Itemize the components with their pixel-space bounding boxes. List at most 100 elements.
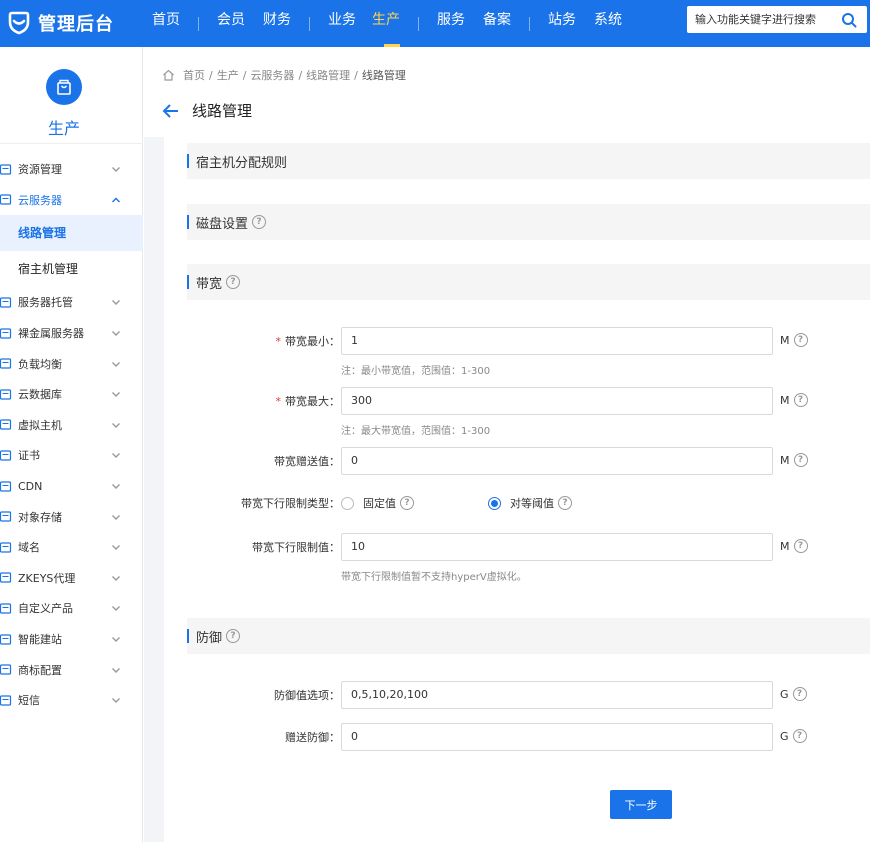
defense-options-input[interactable]: 0,5,10,20,100 [341,681,773,709]
breadcrumb-separator: / [209,68,213,82]
nav-separator [309,16,310,31]
sidebar-item-proxy[interactable]: ZKEYS代理 [0,563,143,594]
sidebar-item-database[interactable]: 云数据库 [0,379,143,410]
sidebar-subitem-host-management[interactable]: 宿主机管理 [0,251,143,287]
defense-gift-input[interactable]: 0 [341,723,773,751]
chevron-down-icon[interactable] [110,419,122,431]
sidebar-item-trademark[interactable]: 商标配置 [0,654,143,685]
help-icon[interactable]: ? [793,539,808,553]
sidebar-item-load-balance[interactable]: 负载均衡 [0,348,143,379]
sidebar-item-server-hosting[interactable]: 服务器托管 [0,287,143,318]
help-icon[interactable]: ? [793,393,808,407]
chevron-down-icon[interactable] [110,480,122,492]
section-title: 带宽 [196,276,223,292]
chevron-down-icon[interactable] [110,664,122,676]
search-button[interactable] [835,7,863,32]
nav-item-site[interactable]: 站务 [534,0,590,47]
sidebar-item-cloud-server[interactable]: 云服务器 [0,185,143,216]
cloud-server-icon [0,193,12,207]
sidebar-item-object-storage[interactable]: 对象存储 [0,501,143,532]
chevron-down-icon[interactable] [110,694,122,706]
breadcrumb-separator: / [298,68,303,82]
help-icon[interactable]: ? [793,453,808,467]
nav-item-filing[interactable]: 备案 [479,0,525,47]
unit-text: M [780,393,790,407]
sidebar-item-domain[interactable]: 域名 [0,532,143,563]
bw-max-input[interactable]: 300 [341,387,773,415]
bw-limit-value-input[interactable]: 10 [341,533,773,561]
nav-item-production[interactable]: 生产 [370,0,414,47]
sidebar-item-resource[interactable]: 资源管理 [0,154,143,185]
bw-limit-value-label: 带宽下行限制值： [252,541,340,554]
unit-label: M? [780,539,808,553]
radio-button[interactable] [341,496,354,510]
sidebar-item-label: 智能建站 [18,633,62,647]
nav-item-business[interactable]: 业务 [314,0,370,47]
breadcrumb-production[interactable]: 生产 [217,67,239,83]
sidebar-item-sms[interactable]: 短信 [0,685,143,716]
required-mark: * [275,335,282,348]
brand-name: 管理后台 [38,14,114,35]
chevron-down-icon[interactable] [110,327,122,339]
section-disk[interactable]: 磁盘设置 ? [187,204,870,240]
home-icon[interactable] [162,69,175,81]
sidebar-subitem-line-management[interactable]: 线路管理 [0,215,143,252]
chevron-down-icon[interactable] [110,511,122,523]
help-icon[interactable]: ? [400,496,414,510]
help-icon[interactable]: ? [226,629,241,643]
breadcrumb-line-management[interactable]: 线路管理 [306,67,350,83]
back-arrow-icon[interactable] [162,102,180,120]
chevron-down-icon[interactable] [110,388,122,400]
search-input[interactable] [687,7,835,32]
breadcrumb-home[interactable]: 首页 [183,67,205,83]
chevron-down-icon[interactable] [110,572,122,584]
chevron-up-icon[interactable] [110,194,122,206]
breadcrumb-cloud-server[interactable]: 云服务器 [250,67,294,83]
bw-min-input[interactable]: 1 [341,327,773,355]
sidebar-item-certificate[interactable]: 证书 [0,440,143,471]
chevron-down-icon[interactable] [110,358,122,370]
nav-item-service[interactable]: 服务 [423,0,479,47]
chevron-down-icon[interactable] [110,296,122,308]
radio-button-checked[interactable] [488,496,501,510]
chevron-down-icon[interactable] [110,602,122,614]
field-label: * 带宽最大： [276,393,341,409]
nav-separator [198,16,199,31]
section-bandwidth[interactable]: 带宽 ? [187,264,870,300]
nav-separator [418,16,419,31]
nav-item-home[interactable]: 首页 [138,0,194,47]
brand-logo[interactable]: 管理后台 [6,9,114,37]
chevron-down-icon[interactable] [110,449,122,461]
next-step-button[interactable]: 下一步 [610,790,672,819]
section-defense[interactable]: 防御 ? [187,618,870,654]
sidebar-item-custom-product[interactable]: 自定义产品 [0,593,143,624]
sidebar-item-bare-metal[interactable]: 裸金属服务器 [0,318,143,349]
help-icon[interactable]: ? [558,496,572,510]
help-icon[interactable]: ? [252,215,267,229]
chevron-down-icon[interactable] [110,163,122,175]
sidebar-item-site-builder[interactable]: 智能建站 [0,624,143,655]
sidebar-item-cdn[interactable]: CDN [0,471,143,502]
radio-label: 固定值 [363,497,396,510]
form-row-defense-gift: 赠送防御： 0 G? [164,723,870,751]
chevron-down-icon[interactable] [110,541,122,553]
nav-item-member[interactable]: 会员 [203,0,259,47]
nav-item-system[interactable]: 系统 [590,0,636,47]
page-title: 线路管理 [192,102,253,120]
nav-item-finance[interactable]: 财务 [259,0,305,47]
bw-gift-input[interactable]: 0 [341,447,773,475]
breadcrumb-current: 线路管理 [361,69,406,82]
cdn-icon [0,479,12,493]
chevron-down-icon[interactable] [110,633,122,645]
help-icon[interactable]: ? [792,687,807,701]
section-host-rule[interactable]: 宿主机分配规则 [187,143,870,179]
help-icon[interactable]: ? [793,333,808,347]
radio-peer-threshold[interactable]: 对等阈值 ? [488,495,572,511]
sidebar-item-virtual-host[interactable]: 虚拟主机 [0,410,143,441]
help-icon[interactable]: ? [226,275,241,289]
radio-fixed-value[interactable]: 固定值 ? [341,495,414,511]
site-builder-icon [0,632,12,646]
sidebar-item-label: 短信 [18,694,40,708]
sidebar-item-label: 裸金属服务器 [18,327,84,341]
help-icon[interactable]: ? [792,729,807,743]
